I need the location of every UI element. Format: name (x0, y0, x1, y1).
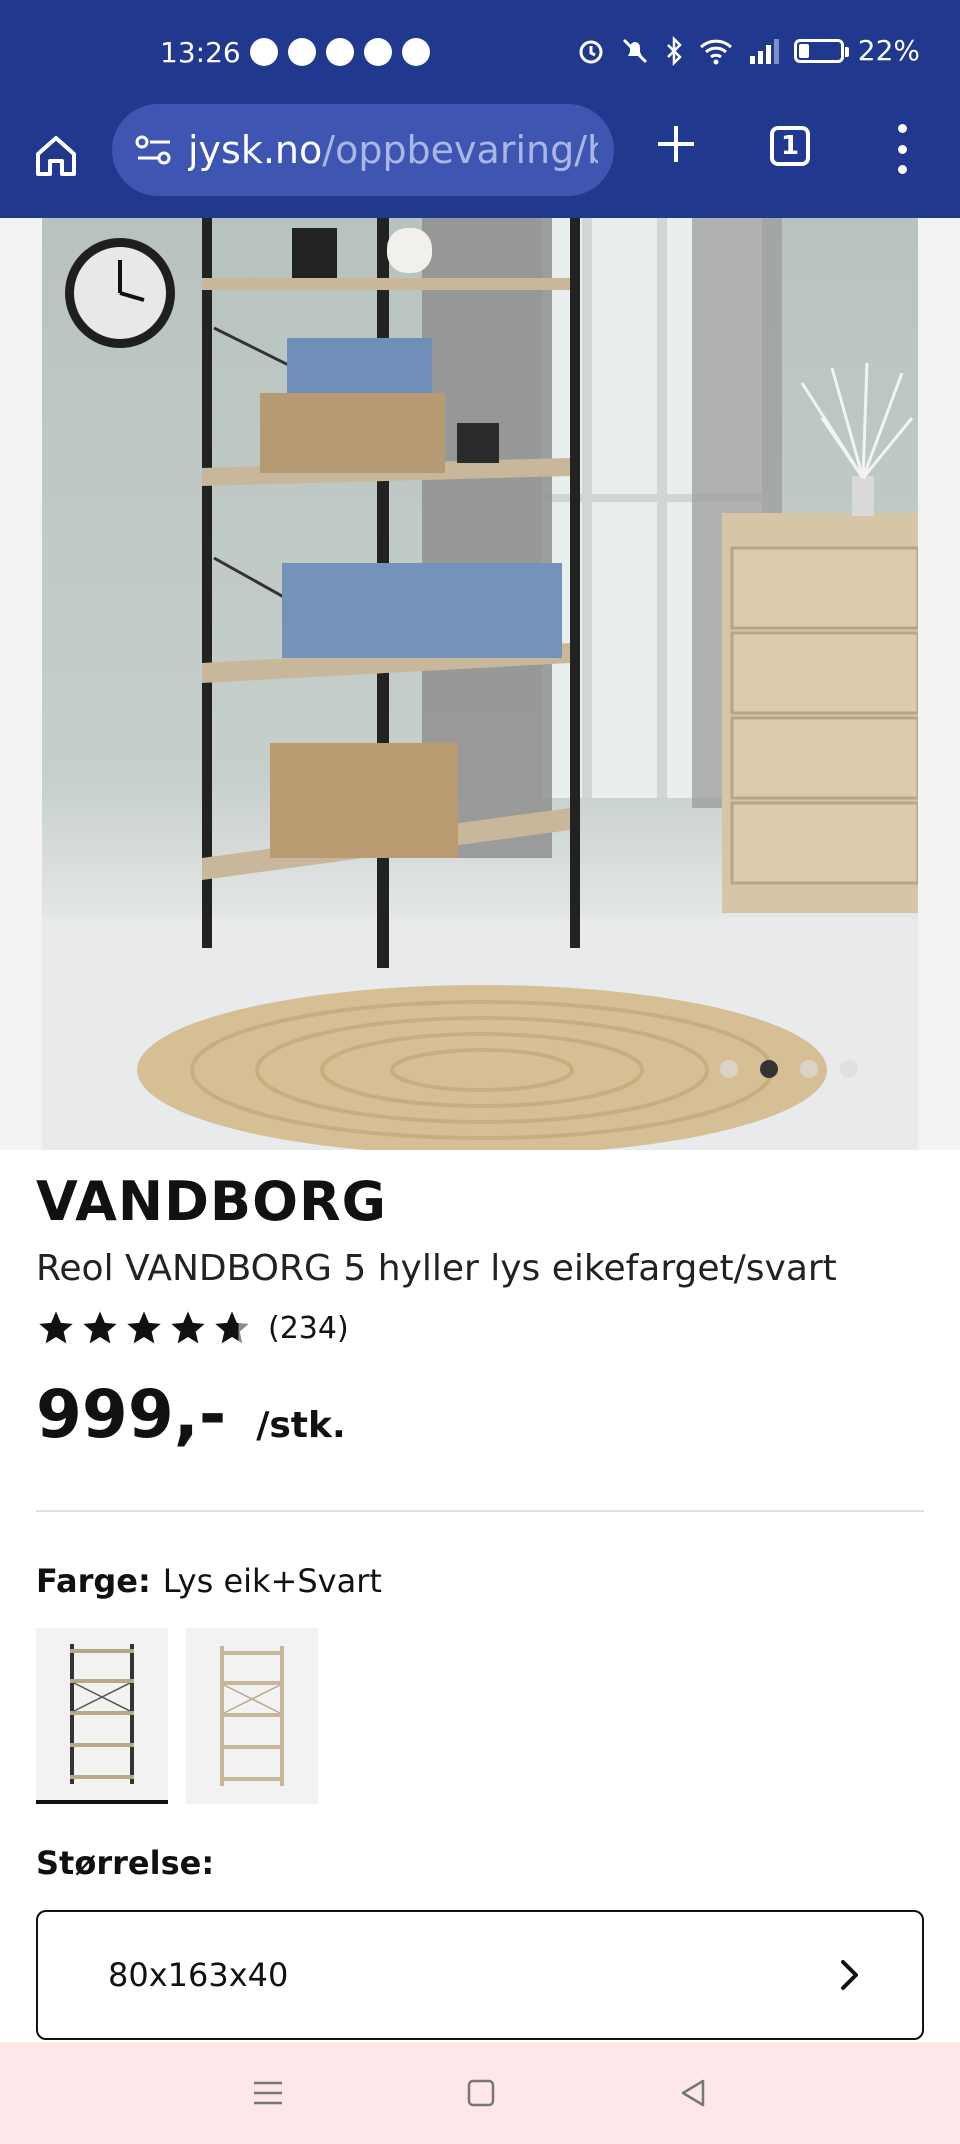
url-path: /oppbevaring/bok (322, 128, 598, 172)
signal-icon (749, 38, 779, 64)
bluetooth-icon (666, 35, 682, 66)
product-name: Reol VANDBORG 5 hyller lys eikefarget/sv… (36, 1248, 837, 1289)
shelf-thumbnail (220, 1646, 284, 1786)
tab-switcher-button[interactable]: 1 (770, 126, 810, 166)
battery-icon (793, 38, 849, 63)
size-label: Størrelse: (36, 1844, 215, 1882)
product-gallery[interactable] (0, 218, 960, 1150)
star-half-icon (215, 1311, 249, 1344)
recent-apps-icon[interactable] (251, 2076, 285, 2110)
mute-icon (622, 38, 647, 63)
divider (36, 1510, 924, 1512)
carousel-dot-active[interactable] (760, 1060, 778, 1078)
shelf-thumbnail (70, 1644, 134, 1784)
carousel-dot[interactable] (720, 1060, 738, 1078)
price-row: 999,- /stk. (36, 1376, 346, 1453)
color-swatch-black-oak[interactable] (36, 1628, 168, 1804)
address-bar[interactable]: jysk.no/oppbevaring/bok (112, 104, 614, 196)
notification-icons (250, 38, 430, 66)
rating-count[interactable]: (234) (268, 1311, 349, 1346)
product-rating[interactable]: (234) (36, 1308, 349, 1348)
color-selector-label: Farge: Lys eik+Svart (36, 1562, 382, 1600)
tab-count: 1 (780, 131, 800, 161)
battery-level: 22% (857, 34, 920, 67)
home-nav-icon[interactable] (465, 2077, 497, 2109)
url-text[interactable]: jysk.no/oppbevaring/bok (188, 128, 598, 172)
plus-icon (658, 126, 694, 162)
size-value: 80x163x40 (108, 1956, 289, 1994)
carousel-dot[interactable] (800, 1060, 818, 1078)
status-bar: 13:26 22% (0, 0, 960, 104)
product-price: 999,- (36, 1376, 227, 1453)
app-icon (326, 38, 354, 66)
system-status: 22% (576, 34, 920, 67)
star-icon (171, 1311, 205, 1344)
browser-menu-button[interactable] (892, 124, 912, 174)
alarm-icon (579, 40, 603, 63)
browser-toolbar: jysk.no/oppbevaring/bok 1 (0, 104, 960, 218)
chevron-right-icon (841, 1960, 858, 1990)
instagram-icon (288, 38, 316, 66)
back-icon[interactable] (677, 2077, 709, 2109)
size-selector[interactable]: 80x163x40 (36, 1910, 924, 2040)
color-label: Farge: (36, 1562, 151, 1600)
carousel-dot[interactable] (840, 1060, 858, 1078)
home-button[interactable] (28, 128, 84, 184)
shelf-scene-illustration (42, 218, 918, 1150)
product-photo[interactable] (42, 218, 918, 1150)
wifi-icon (699, 39, 732, 64)
color-swatch-oak[interactable] (186, 1628, 318, 1804)
star-icon (127, 1311, 161, 1344)
status-time: 13:26 (160, 36, 241, 69)
app-icon (364, 38, 392, 66)
carousel-indicator[interactable] (720, 1060, 858, 1078)
star-icon (83, 1311, 117, 1344)
product-brand: VANDBORG (36, 1170, 387, 1233)
site-settings-icon[interactable] (132, 128, 176, 172)
price-unit: /stk. (256, 1405, 346, 1446)
system-nav-bar (0, 2042, 960, 2144)
messenger-icon (250, 38, 278, 66)
new-tab-button[interactable] (650, 122, 702, 174)
star-icon (39, 1311, 73, 1344)
app-icon (402, 38, 430, 66)
color-value: Lys eik+Svart (162, 1562, 382, 1600)
url-host: jysk.no (188, 128, 323, 172)
home-icon (36, 136, 76, 176)
